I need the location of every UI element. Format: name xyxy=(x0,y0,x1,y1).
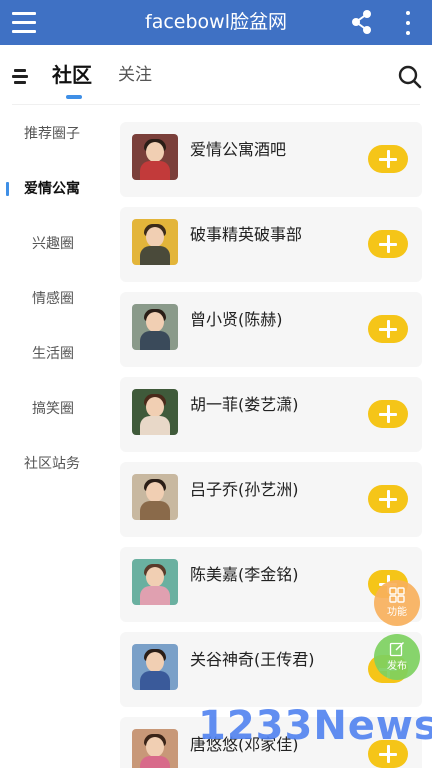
sidebar-item-label: 兴趣圈 xyxy=(32,236,74,252)
sidebar-item-funny[interactable]: 搞笑圈 xyxy=(0,394,110,424)
tab-community[interactable]: 社区 xyxy=(52,61,92,91)
post-fab[interactable]: 发布 xyxy=(374,634,420,680)
sidebar-item-interest[interactable]: 兴趣圈 xyxy=(0,229,110,259)
category-sidebar: 推荐圈子 爱情公寓 兴趣圈 情感圈 生活圈 搞笑圈 社区站务 xyxy=(0,105,110,768)
grid-icon xyxy=(389,587,405,603)
hamburger-icon[interactable] xyxy=(10,9,38,37)
functions-fab[interactable]: 功能 xyxy=(374,580,420,626)
watermark: 1233News xyxy=(198,703,432,749)
sidebar-item-label: 爱情公寓 xyxy=(24,181,80,197)
list-item[interactable]: 破事精英破事部 xyxy=(120,207,422,282)
join-button[interactable] xyxy=(368,400,408,428)
sidebar-item-site-affairs[interactable]: 社区站务 xyxy=(0,449,110,479)
functions-label: 功能 xyxy=(387,607,407,618)
more-vertical-icon[interactable] xyxy=(398,8,418,38)
avatar xyxy=(132,134,178,180)
list-item[interactable]: 曾小贤(陈赫) xyxy=(120,292,422,367)
sidebar-item-emotion[interactable]: 情感圈 xyxy=(0,284,110,314)
list-item[interactable]: 胡一菲(娄艺潇) xyxy=(120,377,422,452)
avatar xyxy=(132,729,178,768)
list-item[interactable]: 吕子乔(孙艺洲) xyxy=(120,462,422,537)
sidebar-item-label: 推荐圈子 xyxy=(24,126,80,142)
sidebar-item-recommended[interactable]: 推荐圈子 xyxy=(0,119,110,149)
circle-name: 陈美嘉(李金铭) xyxy=(190,565,299,584)
circle-name: 胡一菲(娄艺潇) xyxy=(190,395,299,414)
join-button[interactable] xyxy=(368,485,408,513)
sidebar-item-life[interactable]: 生活圈 xyxy=(0,339,110,369)
edit-icon xyxy=(389,642,404,657)
avatar xyxy=(132,644,178,690)
avatar xyxy=(132,389,178,435)
sidebar-item-label: 生活圈 xyxy=(32,346,74,362)
sidebar-item-ipartment[interactable]: 爱情公寓 xyxy=(0,174,110,204)
circle-name: 吕子乔(孙艺洲) xyxy=(190,480,299,499)
sidebar-item-label: 搞笑圈 xyxy=(32,401,74,417)
circle-name: 曾小贤(陈赫) xyxy=(190,310,283,329)
app-title: facebowl脸盆网 xyxy=(145,11,287,33)
share-icon[interactable] xyxy=(348,8,376,36)
avatar xyxy=(132,559,178,605)
sidebar-item-label: 社区站务 xyxy=(24,456,80,472)
avatar xyxy=(132,304,178,350)
circle-name: 爱情公寓酒吧 xyxy=(190,140,287,159)
filter-icon[interactable] xyxy=(12,67,32,85)
active-marker xyxy=(6,182,9,196)
tab-bar: 社区 关注 xyxy=(0,45,432,105)
sidebar-item-label: 情感圈 xyxy=(32,291,74,307)
join-button[interactable] xyxy=(368,315,408,343)
join-button[interactable] xyxy=(368,230,408,258)
join-button[interactable] xyxy=(368,145,408,173)
search-icon[interactable] xyxy=(398,65,422,89)
circle-name: 关谷神奇(王传君) xyxy=(190,650,315,669)
post-label: 发布 xyxy=(387,661,407,672)
circle-name: 破事精英破事部 xyxy=(190,225,303,244)
app-bar: facebowl脸盆网 xyxy=(0,0,432,45)
tab-follow[interactable]: 关注 xyxy=(118,61,152,91)
avatar xyxy=(132,474,178,520)
tab-indicator xyxy=(66,95,82,99)
list-item[interactable]: 爱情公寓酒吧 xyxy=(120,122,422,197)
avatar xyxy=(132,219,178,265)
